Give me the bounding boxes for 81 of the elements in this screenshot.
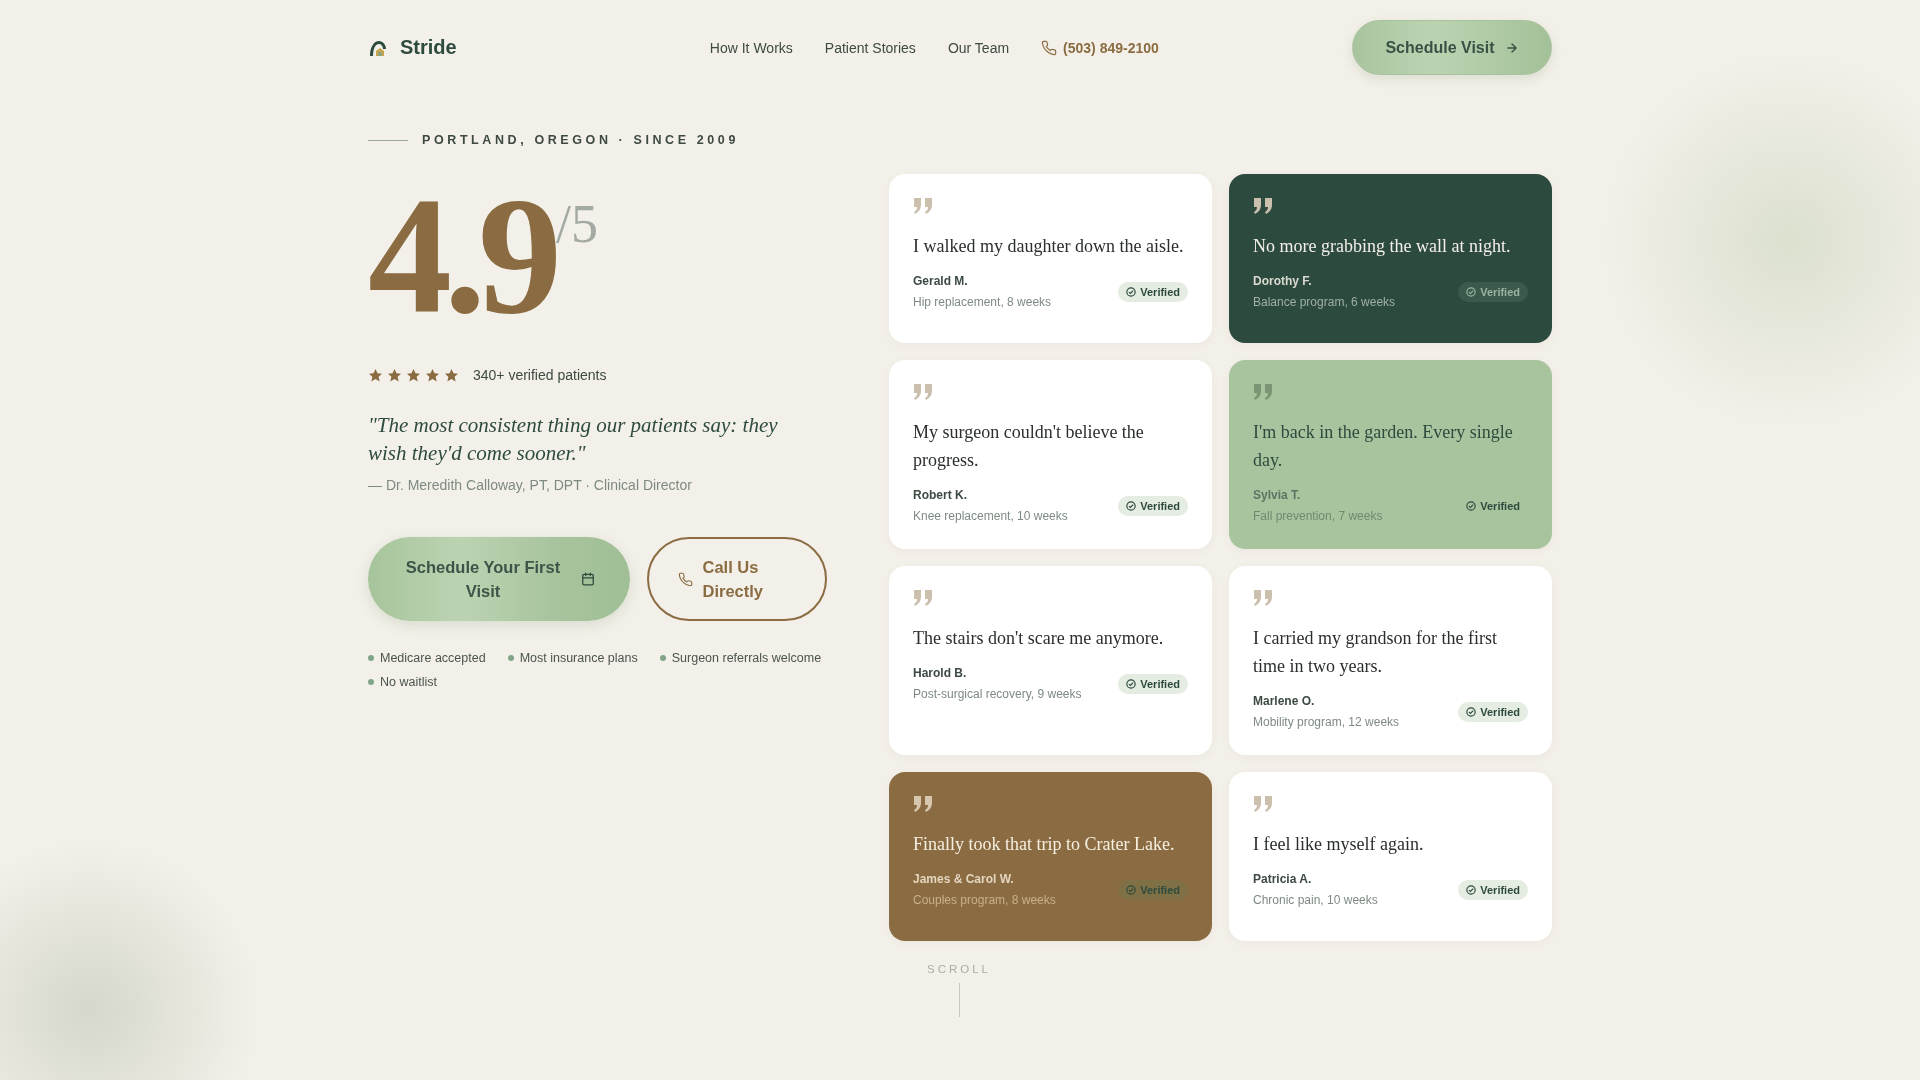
- check-circle-icon: [1126, 884, 1137, 895]
- brand-name: Stride: [400, 36, 457, 59]
- calendar-icon: [581, 572, 595, 586]
- phone-link[interactable]: (503) 849-2100: [1041, 39, 1159, 56]
- treatment-detail: Hip replacement, 8 weeks: [913, 295, 1052, 309]
- bullet-dot-icon: [507, 655, 514, 661]
- quote-mark-icon: [1253, 384, 1273, 400]
- rating-score: 4.9: [368, 171, 554, 339]
- quote-mark-icon: [913, 198, 933, 214]
- phone-icon: [1041, 39, 1058, 56]
- verified-badge: Verified: [1118, 673, 1188, 694]
- perk-label: Medicare accepted: [380, 651, 486, 665]
- quote-mark-icon: [913, 796, 933, 812]
- verified-badge: Verified: [1118, 495, 1188, 516]
- quote-attribution: — Dr. Meredith Calloway, PT, DPT · Clinical Director: [368, 477, 693, 493]
- patient-name: Marlene O.: [1253, 694, 1316, 708]
- patient-name: Sylvia T.: [1253, 488, 1302, 502]
- rating-note: 340+ verified patients: [473, 367, 607, 383]
- testimonial-quote: I carried my grandson for the first time in two years.: [1253, 627, 1498, 678]
- verified-badge: Verified: [1458, 281, 1528, 302]
- arrow-right-icon: [1504, 40, 1519, 55]
- quote-mark-icon: [1253, 796, 1273, 812]
- quote-mark-icon: [1253, 198, 1273, 214]
- treatment-detail: Couples program, 8 weeks: [913, 893, 1056, 907]
- verified-badge: Verified: [1118, 879, 1188, 900]
- verified-badge: Verified: [1458, 701, 1528, 722]
- check-circle-icon: [1466, 286, 1477, 297]
- patient-name: James & Carol W.: [913, 872, 1015, 886]
- rating-scale: /5: [556, 193, 598, 255]
- check-circle-icon: [1466, 500, 1477, 511]
- check-circle-icon: [1466, 884, 1477, 895]
- patient-name: Robert K.: [913, 488, 968, 502]
- perk-label: Surgeon referrals welcome: [671, 651, 822, 665]
- check-circle-icon: [1126, 286, 1137, 297]
- star-icon: [387, 367, 402, 383]
- director-quote: "The most consistent thing our patients say: they wish they'd come sooner.": [368, 412, 779, 467]
- check-circle-icon: [1126, 500, 1137, 511]
- quote-mark-icon: [1253, 590, 1273, 606]
- patient-name: Harold B.: [913, 666, 968, 680]
- testimonial-quote: I walked my daughter down the aisle.: [913, 235, 1185, 258]
- patient-name: Gerald M.: [913, 274, 969, 288]
- nav-link[interactable]: Our Team: [947, 39, 1010, 56]
- testimonial-quote: The stairs don't scare me anymore.: [913, 627, 1165, 650]
- phone-icon: [677, 571, 693, 587]
- logo-icon: [368, 38, 388, 57]
- bullet-dot-icon: [368, 655, 374, 661]
- perk-label: Most insurance plans: [519, 651, 638, 665]
- bullet-dot-icon: [368, 679, 374, 685]
- treatment-detail: Balance program, 6 weeks: [1253, 295, 1396, 309]
- nav-link[interactable]: Patient Stories: [824, 39, 916, 56]
- star-icon: [444, 367, 459, 383]
- schedule-visit-button[interactable]: Schedule Visit: [1352, 20, 1552, 75]
- patient-name: Dorothy F.: [1253, 274, 1313, 288]
- testimonial-quote: Finally took that trip to Crater Lake.: [913, 833, 1176, 856]
- testimonial-quote: I feel like myself again.: [1253, 833, 1425, 856]
- star-icon: [425, 367, 440, 383]
- location-tagline: PORTLAND, OREGON · SINCE 2009: [422, 133, 739, 147]
- check-circle-icon: [1126, 678, 1137, 689]
- bullet-dot-icon: [659, 655, 666, 661]
- scroll-hint: SCROLL: [927, 963, 991, 975]
- testimonial-quote: My surgeon couldn't believe the progress.: [913, 421, 1145, 472]
- nav-link[interactable]: How It Works: [709, 39, 793, 56]
- verified-badge: Verified: [1458, 879, 1528, 900]
- treatment-detail: Knee replacement, 10 weeks: [913, 509, 1068, 523]
- treatment-detail: Chronic pain, 10 weeks: [1253, 893, 1378, 907]
- testimonial-quote: I'm back in the garden. Every single day.: [1253, 421, 1514, 472]
- treatment-detail: Post-surgical recovery, 9 weeks: [913, 687, 1082, 701]
- perk-label: No waitlist: [380, 675, 437, 689]
- star-icon: [368, 367, 383, 383]
- patient-name: Patricia A.: [1253, 872, 1313, 886]
- verified-label: Verified: [1458, 495, 1528, 516]
- verified-badge: Verified: [1118, 281, 1188, 302]
- quote-mark-icon: [913, 384, 933, 400]
- call-us-button[interactable]: Call Us Directly: [647, 537, 827, 621]
- quote-mark-icon: [913, 590, 933, 606]
- star-icon: [406, 367, 421, 383]
- check-circle-icon: [1466, 706, 1477, 717]
- treatment-detail: Fall prevention, 7 weeks: [1253, 509, 1383, 523]
- testimonial-quote: No more grabbing the wall at night.: [1253, 235, 1512, 258]
- treatment-detail: Mobility program, 12 weeks: [1253, 715, 1400, 729]
- schedule-first-visit-button[interactable]: Schedule Your First Visit: [368, 537, 630, 621]
